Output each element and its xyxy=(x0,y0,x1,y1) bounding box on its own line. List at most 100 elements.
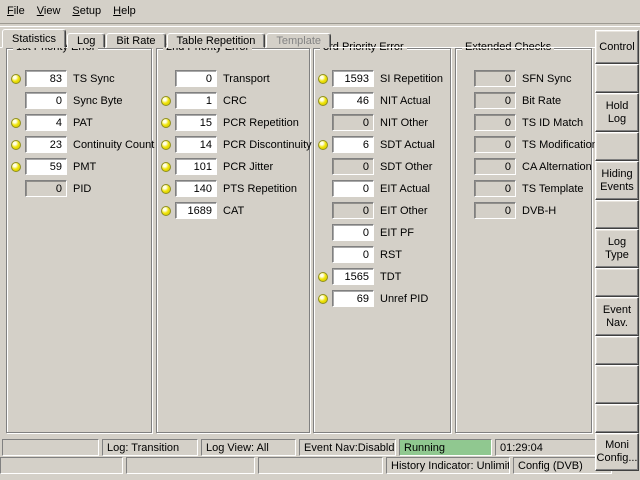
counter-field: 0 xyxy=(474,114,516,131)
side-button-moni-config[interactable]: Moni Config... xyxy=(595,433,639,471)
counter-field: 101 xyxy=(175,158,217,175)
side-button-blank xyxy=(595,365,639,404)
error-counter-row: 0NIT Other xyxy=(317,114,449,131)
counter-field: 0 xyxy=(332,224,374,241)
tab-log[interactable]: Log xyxy=(67,33,105,48)
menu-bar: FileViewSetupHelp xyxy=(1,0,640,22)
alarm-led-icon xyxy=(11,74,21,84)
error-counter-row: 69 Unref PID xyxy=(317,290,449,307)
error-counter-row: 140PTS Repetition xyxy=(160,180,308,197)
counter-label: Sync Byte xyxy=(73,95,123,107)
status-bar-top: Log: TransitionLog View: AllEvent Nav:Di… xyxy=(2,439,596,456)
side-button-event-nav[interactable]: Event Nav. xyxy=(595,297,639,336)
error-counter-row: 0 EIT PF xyxy=(317,224,449,241)
status-panel-log-transition: Log: Transition xyxy=(102,439,198,456)
side-button-hiding-events[interactable]: Hiding Events xyxy=(595,161,639,200)
counter-field: 69 xyxy=(332,290,374,307)
counter-field: 83 xyxy=(25,70,67,87)
counter-label: PMT xyxy=(73,161,96,173)
menu-item-view[interactable]: View xyxy=(31,2,67,20)
counter-field: 0 xyxy=(474,136,516,153)
counter-label: Bit Rate xyxy=(522,95,561,107)
error-counter-row: 0 RST xyxy=(317,246,449,263)
status-bar-bottom: History Indicator: UnlimitedConfig (DVB) xyxy=(0,457,612,474)
counter-field: 0 xyxy=(25,92,67,109)
tab-table-repetition[interactable]: Table Repetition xyxy=(167,33,266,48)
side-separator xyxy=(595,404,639,433)
side-button-log-type[interactable]: Log Type xyxy=(595,229,639,268)
menu-separator xyxy=(0,23,640,27)
counter-field: 59 xyxy=(25,158,67,175)
tab-statistics[interactable]: Statistics xyxy=(2,29,66,48)
group-3rd-priority-error: 3rd Priority Error1593SI Repetition46NIT… xyxy=(313,48,451,433)
counter-label: PTS Repetition xyxy=(223,183,297,195)
counter-field: 0 xyxy=(25,180,67,197)
counter-field: 46 xyxy=(332,92,374,109)
menu-item-help[interactable]: Help xyxy=(107,2,142,20)
counter-field: 1689 xyxy=(175,202,217,219)
error-counter-row: 0Transport xyxy=(160,70,308,87)
counter-field: 0 xyxy=(474,158,516,175)
counter-field: 1565 xyxy=(332,268,374,285)
alarm-led-icon xyxy=(161,184,171,194)
alarm-led-icon xyxy=(11,140,21,150)
alarm-led-icon xyxy=(161,96,171,106)
error-counter-row: 1689CAT xyxy=(160,202,308,219)
side-separator xyxy=(595,268,639,297)
alarm-led-icon xyxy=(161,162,171,172)
error-counter-row: 0EIT Actual xyxy=(317,180,449,197)
counter-field: 0 xyxy=(175,70,217,87)
alarm-led-icon xyxy=(161,206,171,216)
group-rows: 83TS Sync0Sync Byte4PAT23Continuity Coun… xyxy=(10,70,150,202)
counter-label: PAT xyxy=(73,117,93,129)
alarm-led-icon xyxy=(318,96,328,106)
counter-label: CRC xyxy=(223,95,247,107)
side-button-column: Control Hold Log Hiding Events Log Type Even… xyxy=(595,30,640,480)
menu-item-setup[interactable]: Setup xyxy=(66,2,107,20)
error-counter-row: 1CRC xyxy=(160,92,308,109)
group-rows: 1593SI Repetition46NIT Actual0NIT Other6… xyxy=(317,70,449,312)
counter-label: EIT Other xyxy=(380,205,427,217)
error-counter-row: 0PID xyxy=(10,180,150,197)
error-counter-row: 14PCR Discontinuity xyxy=(160,136,308,153)
side-button-control[interactable]: Control xyxy=(595,30,639,64)
alarm-led-icon xyxy=(318,272,328,282)
group-2nd-priority-error: 2nd Priority Error0Transport1CRC15PCR Re… xyxy=(156,48,310,433)
counter-label: NIT Other xyxy=(380,117,428,129)
counter-label: RST xyxy=(380,249,402,261)
status-panel-top-0 xyxy=(2,439,99,456)
side-separator xyxy=(595,200,639,229)
counter-field: 6 xyxy=(332,136,374,153)
error-counter-row: 0 Sync Byte xyxy=(10,92,150,109)
error-counter-row: 0 DVB-H xyxy=(459,202,590,219)
tab-template: Template xyxy=(266,33,331,48)
error-counter-row: 0 SDT Other xyxy=(317,158,449,175)
counter-label: TS Modification xyxy=(522,139,598,151)
error-counter-row: 1593SI Repetition xyxy=(317,70,449,87)
counter-label: Unref PID xyxy=(380,293,428,305)
counter-field: 15 xyxy=(175,114,217,131)
counter-field: 0 xyxy=(332,246,374,263)
error-counter-row: 0 Bit Rate xyxy=(459,92,590,109)
error-counter-row: 59 PMT xyxy=(10,158,150,175)
group-extended-checks: Extended Checks0SFN Sync0Bit Rate0TS ID … xyxy=(455,48,592,433)
error-counter-row: 6SDT Actual xyxy=(317,136,449,153)
error-counter-row: 1565TDT xyxy=(317,268,449,285)
counter-label: SDT Other xyxy=(380,161,432,173)
tab-bit-rate[interactable]: Bit Rate xyxy=(106,33,165,48)
alarm-led-icon xyxy=(161,118,171,128)
status-panel-bottom-2 xyxy=(258,457,383,474)
menu-item-file[interactable]: File xyxy=(1,2,31,20)
counter-field: 0 xyxy=(474,92,516,109)
side-separator xyxy=(595,64,639,93)
counter-label: EIT PF xyxy=(380,227,414,239)
side-button-hold-log[interactable]: Hold Log xyxy=(595,93,639,132)
counter-field: 0 xyxy=(332,158,374,175)
counter-field: 0 xyxy=(474,70,516,87)
alarm-led-icon xyxy=(318,294,328,304)
counter-label: DVB-H xyxy=(522,205,556,217)
counter-field: 0 xyxy=(474,202,516,219)
status-panel-01-29-04: 01:29:04 xyxy=(495,439,596,456)
counter-field: 23 xyxy=(25,136,67,153)
alarm-led-icon xyxy=(318,74,328,84)
